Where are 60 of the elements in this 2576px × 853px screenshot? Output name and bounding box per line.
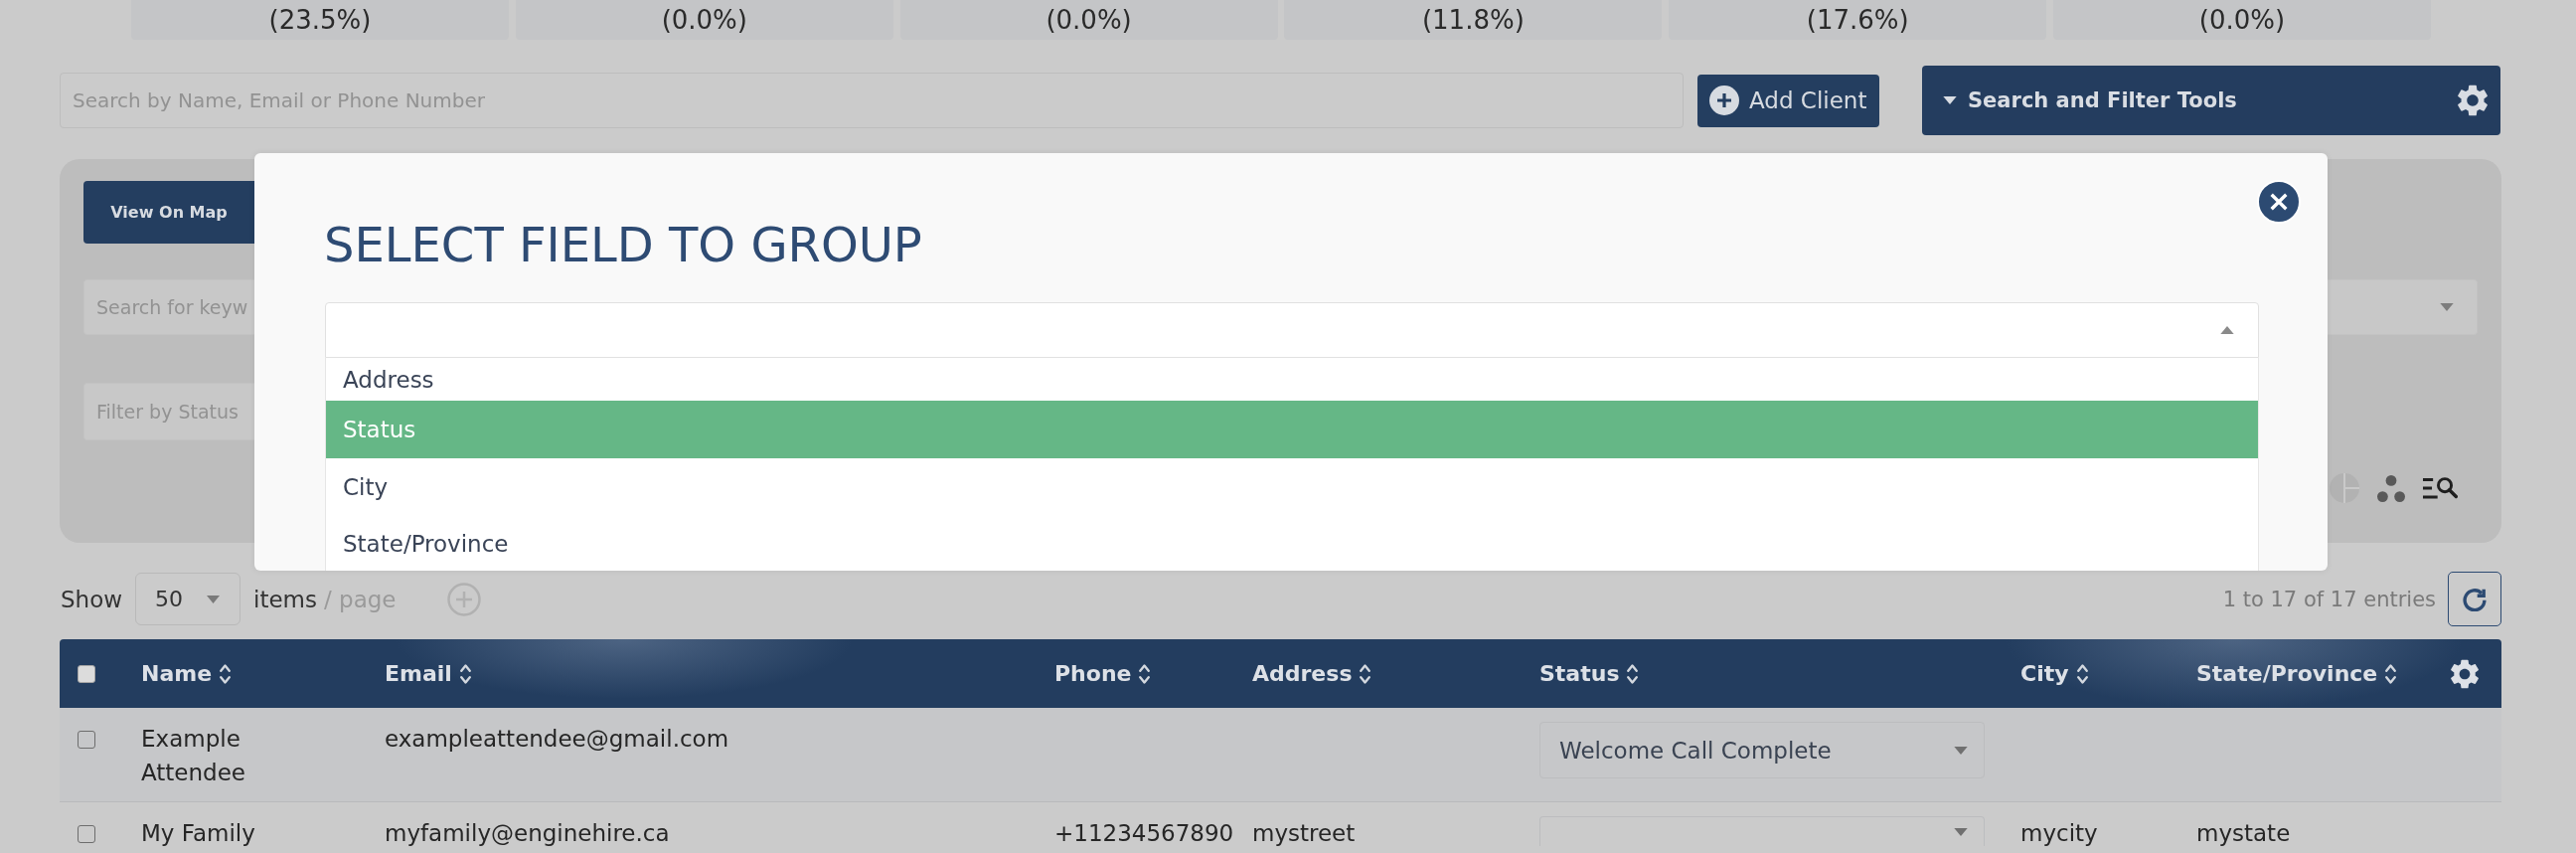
column-header[interactable]: Name [141, 661, 232, 686]
select-all-checkbox[interactable] [78, 664, 95, 683]
sort-icon [1627, 663, 1639, 684]
table-cell-text: Example Attendee [141, 725, 246, 787]
table-cell-text: mycity [2020, 819, 2098, 848]
row-checkbox[interactable] [78, 825, 95, 843]
table-cell-text: exampleattendee@gmail.com [385, 725, 729, 754]
group-field-select[interactable] [325, 302, 2259, 358]
view-on-map-button[interactable]: View On Map [83, 181, 254, 244]
table-row[interactable]: Example Attendee exampleattendee@gmail.com Welcome Call Complete [60, 708, 2501, 802]
dialog-title: SELECT FIELD TO GROUP [324, 216, 922, 273]
sort-icon [2385, 663, 2397, 684]
dropdown-option[interactable]: State/Province [326, 516, 2258, 571]
sort-icon [1139, 663, 1151, 684]
stat-value: (0.0%) [1046, 5, 1132, 35]
sort-icon [2076, 663, 2088, 684]
sort-icon [1360, 663, 1371, 684]
table-cell-text: mystreet [1252, 819, 1356, 848]
stat-value: (17.6%) [1806, 5, 1909, 35]
refresh-icon [2463, 587, 2487, 611]
search-field[interactable]: Search by Name, Email or Phone Number [60, 73, 1684, 128]
caret-down-icon [2440, 303, 2454, 311]
page-size-select[interactable]: 50 [135, 573, 242, 625]
entries-count: 1 to 17 of 17 entries [2222, 587, 2436, 611]
add-client-button[interactable]: Add Client [1697, 74, 1879, 127]
refresh-button[interactable] [2448, 572, 2501, 626]
column-header[interactable]: Phone [1054, 661, 1151, 686]
caret-down-icon [207, 595, 221, 603]
column-header[interactable]: Address [1252, 661, 1371, 686]
caret-down-icon [1954, 746, 1968, 755]
items-label: items [253, 586, 317, 612]
settings-icon[interactable] [2451, 658, 2479, 689]
filter-tools-toggle[interactable]: Search and Filter Tools [1943, 88, 2237, 112]
plus-circle-icon [1709, 85, 1739, 115]
table-cell-text: +11234567890 [1054, 819, 1234, 848]
column-header[interactable]: State/Province [2196, 661, 2397, 686]
dropdown-option[interactable]: Address [326, 358, 2258, 401]
table-cell-text: myfamily@enginehire.ca [385, 819, 670, 848]
dropdown-option[interactable]: City [326, 458, 2258, 516]
close-icon [2270, 193, 2288, 211]
dropdown-field[interactable] [2328, 279, 2478, 335]
settings-icon[interactable] [2458, 85, 2488, 116]
row-checkbox[interactable] [78, 731, 95, 749]
dots-icon[interactable] [2377, 474, 2405, 502]
sort-icon [459, 663, 471, 684]
sort-icon [220, 663, 232, 684]
column-header[interactable]: Email [385, 661, 471, 686]
status-select[interactable]: Welcome Call Complete [1539, 722, 1985, 778]
column-header[interactable]: Status [1539, 661, 1639, 686]
table-cell-text: My Family [141, 819, 255, 848]
show-label: Show [61, 586, 123, 612]
stat-value: (0.0%) [661, 5, 747, 35]
stat-value: (11.8%) [1421, 5, 1525, 35]
column-header[interactable]: City [2020, 661, 2088, 686]
table-cell-text: mystate [2196, 819, 2291, 848]
close-button[interactable] [2257, 180, 2301, 224]
stat-value: (0.0%) [2198, 5, 2286, 35]
list-search-icon[interactable] [2423, 476, 2458, 500]
stat-value: (23.5%) [268, 5, 372, 35]
caret-down-icon [1954, 827, 1968, 836]
